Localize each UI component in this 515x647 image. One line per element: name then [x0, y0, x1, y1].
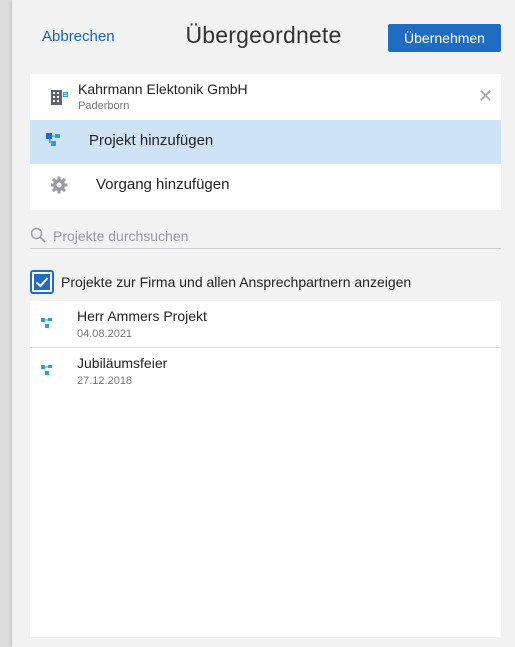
- dialog-header: Abbrechen Übergeordnete Übernehmen: [12, 0, 515, 64]
- gear-icon: [51, 176, 68, 194]
- apply-button[interactable]: Übernehmen: [388, 24, 501, 52]
- search-icon: [30, 227, 46, 243]
- add-process-label: Vorgang hinzufügen: [96, 176, 230, 193]
- close-icon[interactable]: ✕: [478, 86, 493, 107]
- project-title: Jubiläumsfeier: [77, 355, 168, 371]
- company-row: Kahrmann Elektonik GmbH Paderborn ✕: [30, 74, 501, 120]
- parent-selection-dialog: Abbrechen Übergeordnete Übernehmen Kahrm…: [12, 0, 515, 647]
- company-name: Kahrmann Elektonik GmbH: [78, 81, 248, 97]
- company-city: Paderborn: [78, 100, 130, 112]
- search-input[interactable]: [51, 225, 495, 247]
- project-icon: [46, 133, 60, 146]
- checkmark-icon: [35, 277, 49, 288]
- list-item[interactable]: Jubiläumsfeier 27.12.2018: [30, 348, 501, 394]
- list-item[interactable]: Herr Ammers Projekt 04.08.2021: [30, 301, 501, 348]
- add-project-label: Projekt hinzufügen: [89, 132, 214, 149]
- project-date: 04.08.2021: [77, 328, 133, 340]
- project-icon: [41, 365, 52, 375]
- project-icon: [41, 318, 52, 328]
- project-list: Herr Ammers Projekt 04.08.2021 Jubiläums…: [30, 301, 501, 637]
- project-date: 27.12.2018: [77, 375, 133, 387]
- add-process-option[interactable]: Vorgang hinzufügen: [30, 164, 501, 208]
- show-all-projects-label: Projekte zur Firma und allen Ansprechpar…: [61, 274, 412, 290]
- add-project-option[interactable]: Projekt hinzufügen: [30, 120, 501, 164]
- project-title: Herr Ammers Projekt: [77, 308, 207, 324]
- filter-row: Projekte zur Firma und allen Ansprechpar…: [30, 270, 501, 296]
- building-icon: [51, 90, 68, 105]
- project-search: [30, 224, 501, 249]
- selected-company-card: Kahrmann Elektonik GmbH Paderborn ✕ Proj…: [30, 74, 501, 210]
- show-all-projects-checkbox[interactable]: [30, 270, 54, 294]
